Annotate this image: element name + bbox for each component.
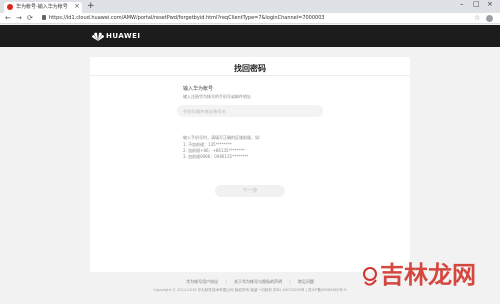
close-window-button[interactable]: × <box>487 0 493 8</box>
browser-toolbar: ← → ⟳ https://id1.cloud.huawei.com/AMW/p… <box>0 13 500 24</box>
footer-separator: | <box>225 279 227 284</box>
lock-icon <box>42 15 46 20</box>
footer-link-privacy[interactable]: 关于华为帐号与隐私的声明 <box>234 279 282 284</box>
svg-text:吉林龙网: 吉林龙网 <box>380 261 476 289</box>
site-header: HUAWEI <box>0 25 500 47</box>
footer-separator: | <box>289 279 291 284</box>
forward-button[interactable]: → <box>16 14 22 22</box>
reload-button[interactable]: ⟳ <box>27 14 33 22</box>
bookmark-star-icon[interactable]: ☆ <box>474 14 480 22</box>
minimize-button[interactable]: – <box>460 0 464 8</box>
browser-tab-bar: 华为帐号-输入华为帐号 × + – □ × <box>0 0 500 13</box>
account-label: 输入华为帐号 <box>183 86 214 92</box>
tab-close-icon[interactable]: × <box>74 2 80 10</box>
footer-link-user-agreement[interactable]: 华为帐号用户协议 <box>186 279 218 284</box>
browser-tab[interactable]: 华为帐号-输入华为帐号 × <box>4 2 82 13</box>
account-input[interactable] <box>177 105 323 117</box>
maximize-button[interactable]: □ <box>473 0 480 8</box>
new-tab-button[interactable]: + <box>87 1 95 11</box>
back-button[interactable]: ← <box>5 14 11 22</box>
next-button[interactable]: 下一步 <box>215 185 285 197</box>
huawei-logo-icon <box>92 32 104 41</box>
favicon-icon <box>7 4 13 10</box>
account-icon[interactable] <box>486 15 493 22</box>
phone-hint-3: 3. 加前缀0086：0086135******** <box>183 154 249 159</box>
address-bar[interactable]: https://id1.cloud.huawei.com/AMW/portal/… <box>49 15 325 21</box>
account-sublabel: 输入注册华为帐号的手机号或邮件地址 <box>183 94 251 99</box>
recovery-card: 找回密码 输入华为帐号 输入注册华为帐号的手机号或邮件地址 输入手机号时，请填写… <box>90 57 410 272</box>
tab-title: 华为帐号-输入华为帐号 <box>16 4 68 10</box>
phone-hint-title: 输入手机号时，请填写正确的区域前缀，如: <box>183 135 261 140</box>
brand-name: HUAWEI <box>106 32 141 40</box>
title-divider <box>90 75 410 76</box>
footer-link-faq[interactable]: 常见问题 <box>298 279 314 284</box>
watermark-logo: 吉林龙网 <box>363 261 476 289</box>
page-title: 找回密码 <box>234 64 266 73</box>
